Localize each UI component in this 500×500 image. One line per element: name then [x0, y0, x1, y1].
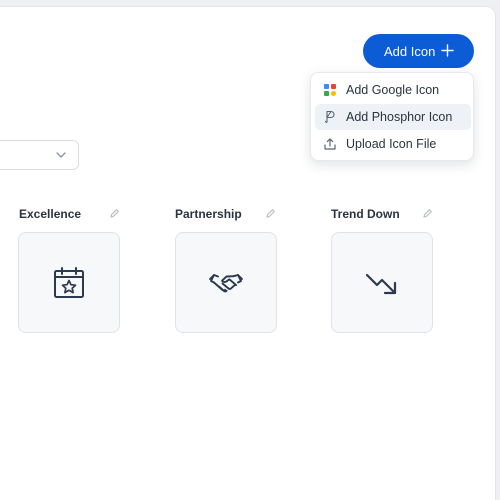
- upload-icon: [324, 138, 336, 150]
- icon-tile-excellence[interactable]: [18, 232, 120, 333]
- pencil-icon[interactable]: [265, 208, 276, 219]
- chevron-down-icon: [56, 152, 66, 158]
- icon-library-panel: Add Icon Add Google Icon Add Phosphor Ic…: [0, 6, 496, 500]
- icon-card-label: Excellence: [19, 207, 82, 221]
- add-icon-button[interactable]: Add Icon: [363, 34, 474, 68]
- calendar-star-icon: [54, 266, 84, 298]
- google-color-icon: [324, 84, 336, 96]
- menu-item-label: Add Phosphor Icon: [346, 110, 453, 124]
- pencil-icon[interactable]: [109, 208, 120, 219]
- pencil-icon[interactable]: [422, 208, 433, 219]
- menu-item-add-phosphor-icon[interactable]: Add Phosphor Icon: [315, 104, 471, 130]
- plus-icon: [441, 44, 454, 57]
- phosphor-icon: [324, 110, 335, 124]
- trend-down-icon: [365, 273, 397, 294]
- menu-item-label: Add Google Icon: [346, 83, 440, 97]
- icon-card-label: Trend Down: [331, 207, 400, 221]
- add-icon-label: Add Icon: [384, 43, 436, 59]
- menu-item-add-google-icon[interactable]: Add Google Icon: [315, 77, 471, 103]
- menu-item-upload-icon-file[interactable]: Upload Icon File: [315, 131, 471, 157]
- icon-tile-partnership[interactable]: [175, 232, 277, 333]
- menu-item-label: Upload Icon File: [346, 137, 437, 151]
- handshake-icon: [209, 273, 243, 292]
- add-icon-menu: Add Google Icon Add Phosphor Icon Upload…: [310, 72, 474, 161]
- icon-card-label: Partnership: [175, 207, 242, 221]
- icon-tile-trend-down[interactable]: [331, 232, 433, 333]
- filter-select[interactable]: [0, 140, 79, 170]
